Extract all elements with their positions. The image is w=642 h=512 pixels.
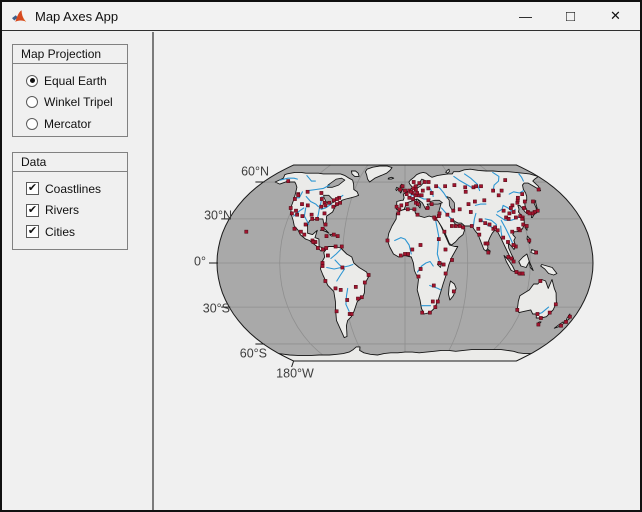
app-window: Map Axes App — □ ✕ Map Projection Equal … [0,0,642,512]
geo-axis-label: 60°S [240,347,267,361]
map-axes[interactable]: 60°N 30°N 0° 30°S 60°S 180°W [2,2,642,512]
geo-axis-label: 30°N [204,209,232,223]
geo-axis-label: 60°N [241,165,269,179]
geo-axis-label: 180°W [276,367,314,381]
geo-axis-label: 0° [194,255,206,269]
landmass-iceland [388,177,394,179]
geo-axis-label: 30°S [203,302,230,316]
